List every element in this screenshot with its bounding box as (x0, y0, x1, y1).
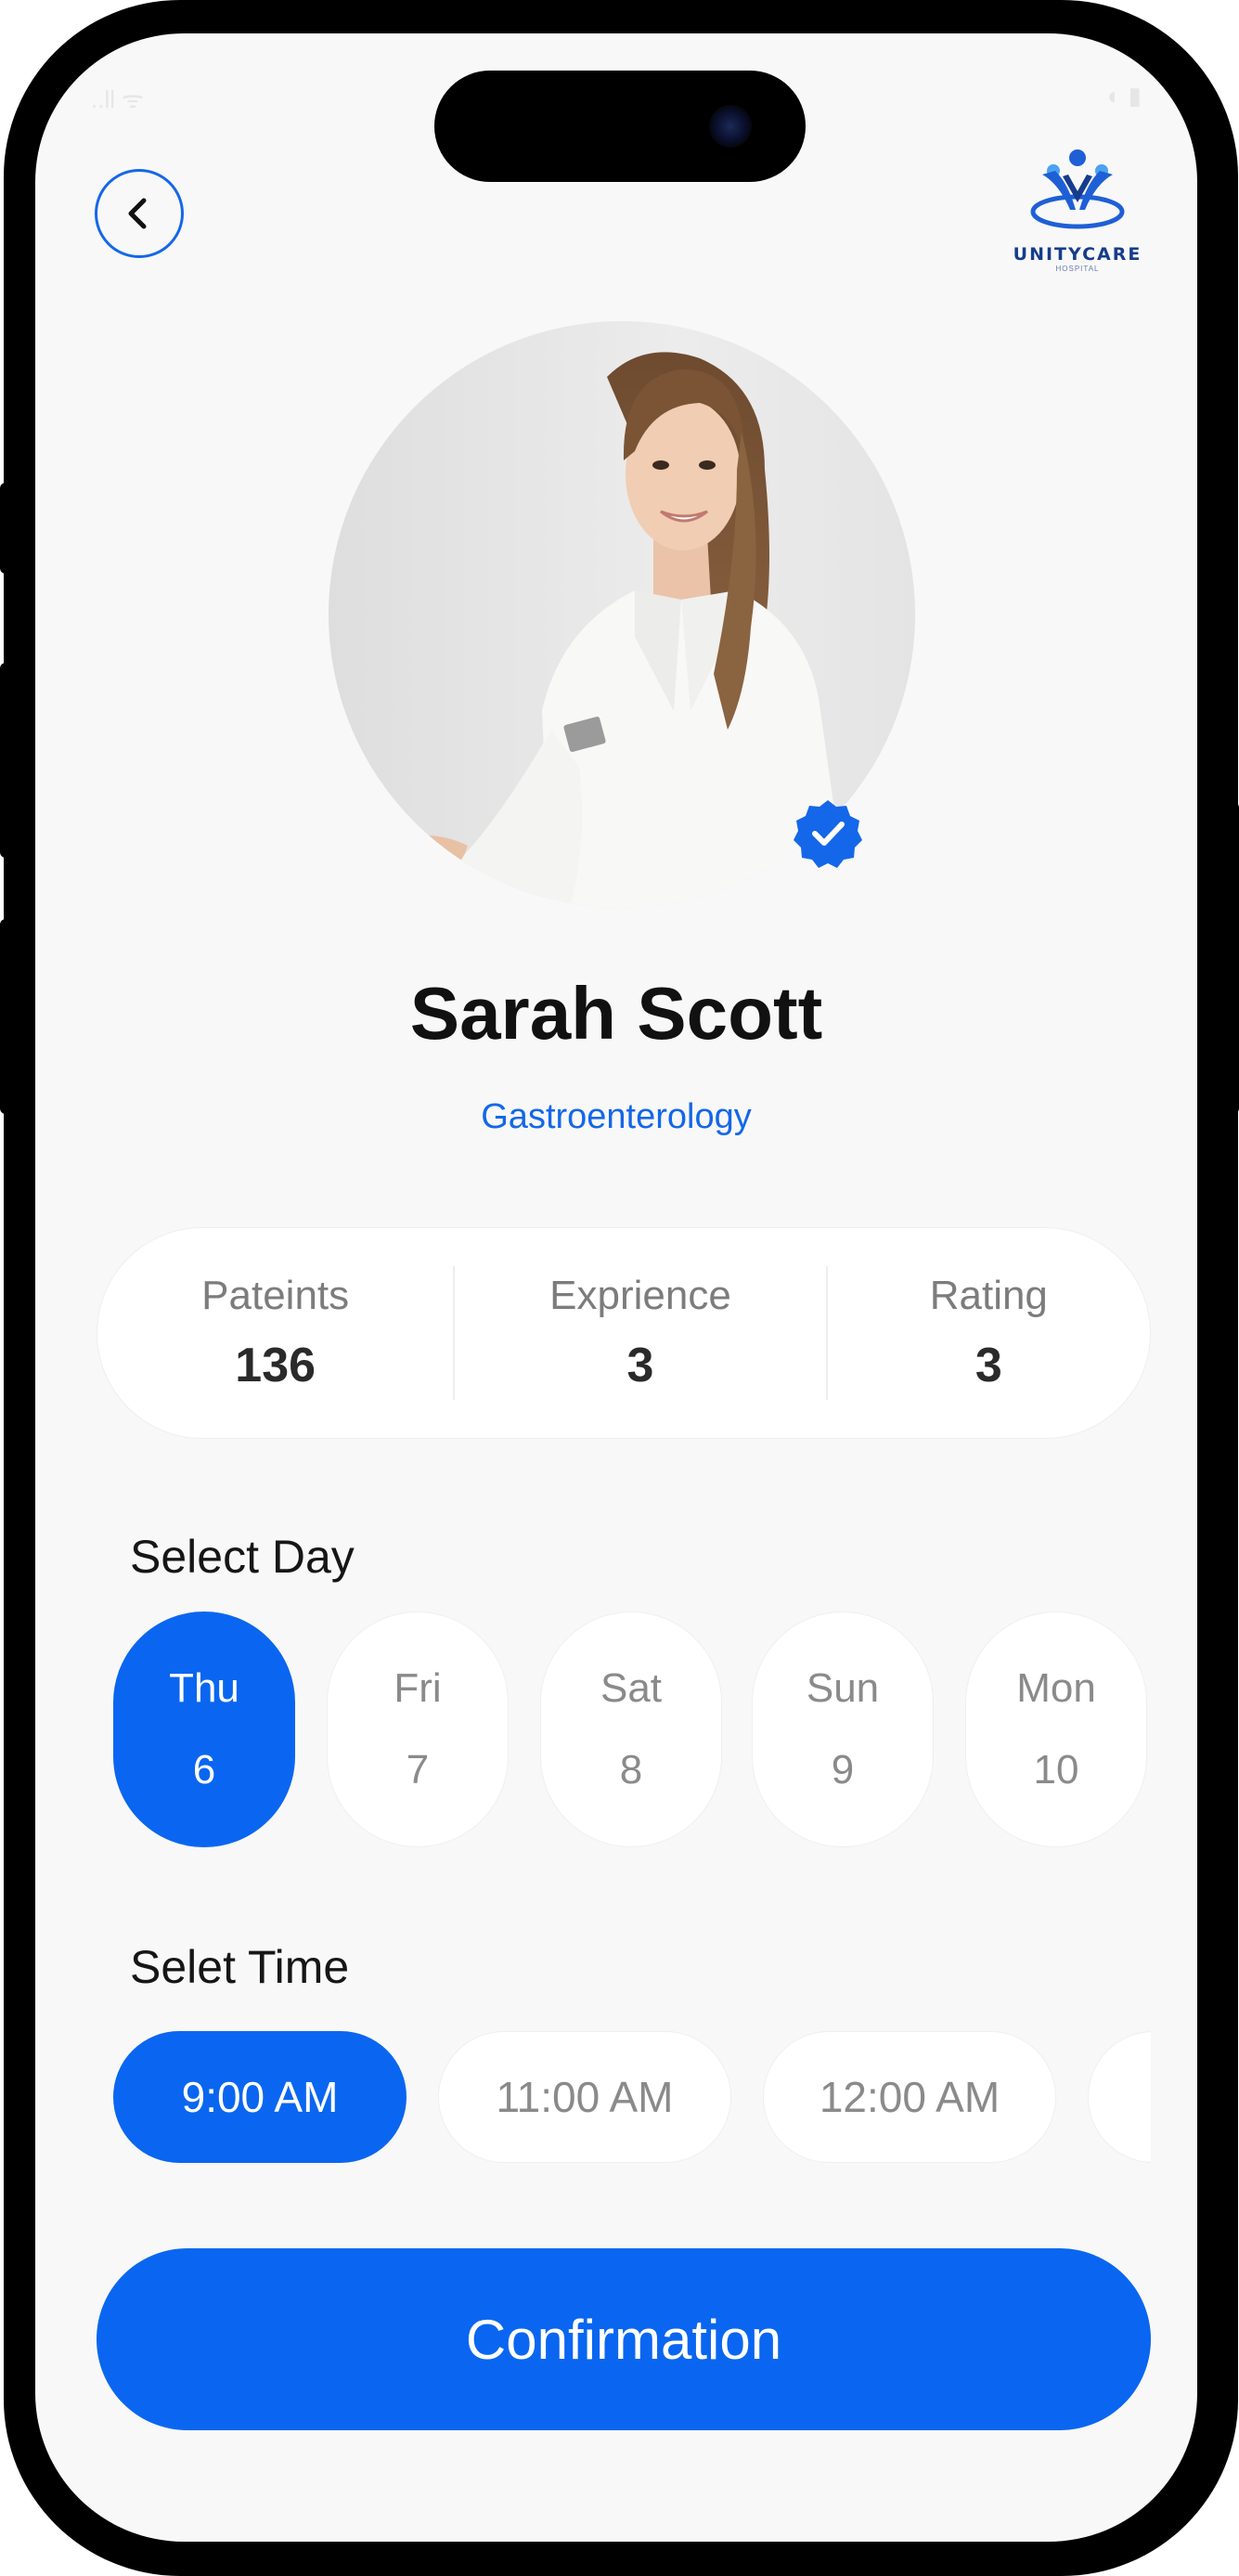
power-button (1226, 802, 1239, 1114)
camera-icon (709, 105, 752, 148)
day-number: 6 (192, 1747, 216, 1793)
day-number: 8 (619, 1747, 643, 1793)
day-chip-fri[interactable]: Fri 7 (327, 1612, 509, 1847)
stat-experience: Exprience 3 (455, 1228, 825, 1438)
day-number: 10 (1033, 1747, 1079, 1793)
stat-value: 3 (626, 1339, 654, 1392)
time-chip[interactable]: 9:00 AM (113, 2031, 407, 2163)
stats-card: Pateints 136 Exprience 3 Rating 3 (97, 1227, 1151, 1439)
day-number: 7 (406, 1747, 430, 1793)
select-day-title: Select Day (130, 1531, 355, 1583)
day-chip-mon[interactable]: Mon 10 (965, 1612, 1147, 1847)
app-screen: ..ll ᯤ ◐ ▮ UNITYCARE HOSPITAL Sarah Scot… (35, 33, 1197, 2542)
status-bar-left: ..ll ᯤ (91, 85, 144, 113)
day-chip-thu[interactable]: Thu 6 (113, 1612, 295, 1847)
status-bar-right: ◐ ▮ (1106, 82, 1142, 110)
back-button[interactable] (95, 169, 184, 258)
time-chip[interactable] (1088, 2031, 1151, 2163)
stat-label: Exprience (549, 1273, 731, 1318)
logo-name: UNITYCARE (1013, 244, 1142, 265)
stat-label: Pateints (201, 1273, 350, 1318)
time-slot-list[interactable]: 9:00 AM 11:00 AM 12:00 AM (111, 2031, 1151, 2163)
mute-switch (0, 483, 13, 574)
day-number: 9 (831, 1747, 855, 1793)
verified-badge-icon (794, 800, 862, 868)
time-chip[interactable]: 12:00 AM (763, 2031, 1056, 2163)
day-name: Sun (806, 1665, 880, 1711)
confirmation-button[interactable]: Confirmation (97, 2248, 1151, 2430)
day-name: Sat (600, 1665, 663, 1711)
chevron-left-icon (128, 198, 147, 229)
day-chip-sun[interactable]: Sun 9 (752, 1612, 934, 1847)
stat-value: 3 (974, 1339, 1002, 1392)
select-time-title: Selet Time (130, 1941, 350, 1993)
day-name: Fri (394, 1665, 442, 1711)
unitycare-logo-icon (1030, 149, 1125, 229)
doctor-specialty: Gastroenterology (481, 1097, 752, 1136)
doctor-name: Sarah Scott (409, 972, 823, 1055)
day-name: Mon (1016, 1665, 1096, 1711)
day-chip-sat[interactable]: Sat 8 (540, 1612, 722, 1847)
stat-value: 136 (235, 1339, 316, 1392)
stat-label: Rating (929, 1273, 1048, 1318)
volume-down-button (0, 919, 13, 1114)
unitycare-logo: UNITYCARE HOSPITAL (1008, 145, 1147, 293)
day-name: Thu (169, 1665, 239, 1711)
logo-subtitle: HOSPITAL (1055, 265, 1100, 273)
time-chip[interactable]: 11:00 AM (438, 2031, 731, 2163)
dynamic-island (434, 71, 806, 182)
stat-patients: Pateints 136 (97, 1228, 453, 1438)
stat-rating: Rating 3 (828, 1228, 1150, 1438)
volume-up-button (0, 663, 13, 858)
